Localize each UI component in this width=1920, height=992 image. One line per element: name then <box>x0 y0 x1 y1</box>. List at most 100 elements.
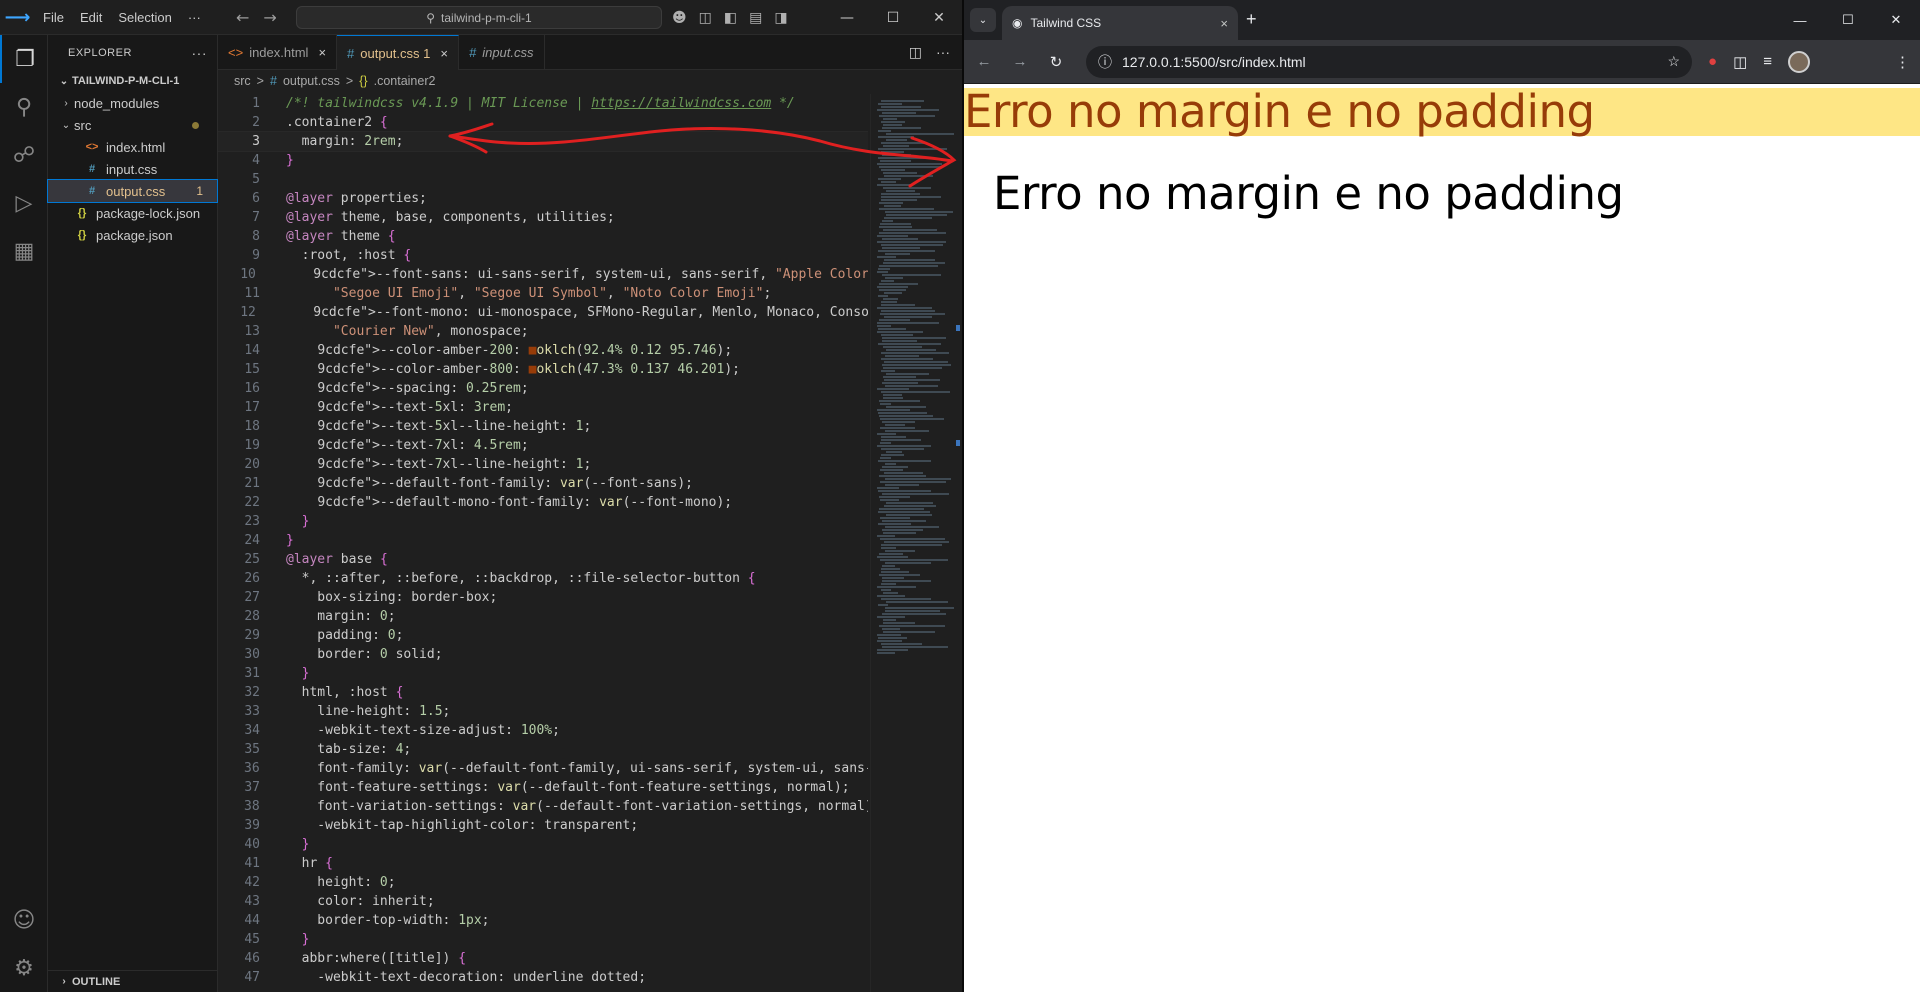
copilot-icon[interactable]: ☻ <box>672 10 687 26</box>
manage-gear-icon[interactable]: ⚙ <box>0 944 48 992</box>
code-line[interactable]: 13 "Courier New", monospace; <box>218 322 868 341</box>
tree-item[interactable]: {} package.json <box>48 224 217 246</box>
code-line[interactable]: 25 @layer base { <box>218 550 868 569</box>
code-line[interactable]: 45 } <box>218 930 868 949</box>
code-line[interactable]: 3 margin: 2rem; <box>218 131 868 152</box>
code-line[interactable]: 37 font-feature-settings: var(--default-… <box>218 778 868 797</box>
split-editor-icon[interactable]: ◫ <box>909 44 922 61</box>
explorer-more-icon[interactable]: ··· <box>192 45 208 61</box>
code-line[interactable]: 33 line-height: 1.5; <box>218 702 868 721</box>
code-line[interactable]: 41 hr { <box>218 854 868 873</box>
code-line[interactable]: 20 9cdcfe">--text-7xl--line-height: 1; <box>218 455 868 474</box>
outline-section[interactable]: › OUTLINE <box>48 970 218 992</box>
tree-item[interactable]: <> index.html <box>48 136 217 158</box>
tree-item[interactable]: ⌄ src <box>48 114 217 136</box>
code-line[interactable]: 21 9cdcfe">--default-font-family: var(--… <box>218 474 868 493</box>
explorer-icon[interactable]: ❐ <box>0 35 48 83</box>
tree-item[interactable]: {} package-lock.json <box>48 202 217 224</box>
code-line[interactable]: 16 9cdcfe">--spacing: 0.25rem; <box>218 379 868 398</box>
code-line[interactable]: 8 @layer theme { <box>218 227 868 246</box>
code-line[interactable]: 40 } <box>218 835 868 854</box>
address-bar[interactable]: ⓘ 127.0.0.1:5500/src/index.html ☆ <box>1086 45 1692 78</box>
back-arrow-icon[interactable]: ← <box>236 8 249 27</box>
code-line[interactable]: 7 @layer theme, base, components, utiliti… <box>218 208 868 227</box>
breadcrumb-symbol[interactable]: .container2 <box>374 74 436 88</box>
code-line[interactable]: 47 -webkit-text-decoration: underline do… <box>218 968 868 987</box>
breadcrumb-folder[interactable]: src <box>234 74 251 88</box>
chrome-tab[interactable]: ◉ Tailwind CSS × <box>1002 6 1238 40</box>
menu-file[interactable]: File <box>35 0 72 35</box>
toggle-sidebar-icon[interactable]: ◧ <box>724 10 737 26</box>
maximize-icon[interactable]: ☐ <box>1824 0 1872 40</box>
tree-item[interactable]: # output.css 1 <box>47 179 218 203</box>
close-icon[interactable]: ✕ <box>916 0 962 35</box>
code-line[interactable]: 38 font-variation-settings: var(--defaul… <box>218 797 868 816</box>
tab-close-icon[interactable]: × <box>1220 16 1228 31</box>
code-line[interactable]: 31 } <box>218 664 868 683</box>
code-line[interactable]: 32 html, :host { <box>218 683 868 702</box>
code-line[interactable]: 19 9cdcfe">--text-7xl: 4.5rem; <box>218 436 868 455</box>
menu-edit[interactable]: Edit <box>72 0 110 35</box>
profile-avatar[interactable] <box>1788 50 1811 73</box>
code-editor[interactable]: 1 /*! tailwindcss v4.1.9 | MIT License | … <box>218 94 868 992</box>
tab-search-icon[interactable]: ⌄ <box>970 8 996 32</box>
tree-item[interactable]: › node_modules <box>48 92 217 114</box>
code-line[interactable]: 29 padding: 0; <box>218 626 868 645</box>
toggle-panel-icon[interactable]: ▤ <box>749 10 762 26</box>
code-line[interactable]: 1 /*! tailwindcss v4.1.9 | MIT License | … <box>218 94 868 113</box>
toggle-secondary-sidebar-icon[interactable]: ◨ <box>774 10 787 26</box>
code-line[interactable]: 15 9cdcfe">--color-amber-800: ■oklch(47.… <box>218 360 868 379</box>
account-icon[interactable]: ☺ <box>0 896 48 944</box>
code-line[interactable]: 27 box-sizing: border-box; <box>218 588 868 607</box>
source-control-icon[interactable]: ☍ <box>0 131 48 179</box>
code-line[interactable]: 5 <box>218 170 868 189</box>
back-arrow-icon[interactable]: ← <box>974 53 994 70</box>
chrome-menu-icon[interactable]: ⋮ <box>1895 53 1910 71</box>
code-line[interactable]: 26 *, ::after, ::before, ::backdrop, ::f… <box>218 569 868 588</box>
tab-close-icon[interactable]: × <box>440 46 448 61</box>
code-line[interactable]: 10 9cdcfe">--font-sans: ui-sans-serif, s… <box>218 265 868 284</box>
code-line[interactable]: 46 abbr:where([title]) { <box>218 949 868 968</box>
code-line[interactable]: 11 "Segoe UI Emoji", "Segoe UI Symbol", … <box>218 284 868 303</box>
extensions-puzzle-icon[interactable]: ◫ <box>1733 53 1747 71</box>
code-line[interactable]: 14 9cdcfe">--color-amber-200: ■oklch(92.… <box>218 341 868 360</box>
minimize-icon[interactable]: — <box>1776 0 1824 40</box>
code-line[interactable]: 22 9cdcfe">--default-mono-font-family: v… <box>218 493 868 512</box>
minimap[interactable] <box>870 94 962 992</box>
new-tab-button[interactable]: + <box>1246 9 1257 30</box>
code-line[interactable]: 43 color: inherit; <box>218 892 868 911</box>
code-line[interactable]: 44 border-top-width: 1px; <box>218 911 868 930</box>
code-line[interactable]: 23 } <box>218 512 868 531</box>
tab-close-icon[interactable]: × <box>318 45 326 60</box>
code-line[interactable]: 4} <box>218 151 868 170</box>
code-line[interactable]: 35 tab-size: 4; <box>218 740 868 759</box>
forward-arrow-icon[interactable]: → <box>263 8 276 27</box>
code-line[interactable]: 42 height: 0; <box>218 873 868 892</box>
tab-index-html[interactable]: <> index.html × <box>218 35 338 70</box>
close-icon[interactable]: ✕ <box>1872 0 1920 40</box>
reading-list-icon[interactable]: ≡ <box>1763 53 1772 70</box>
layout-customize-icon[interactable]: ◫ <box>699 10 712 26</box>
extension-tomato-icon[interactable]: ● <box>1708 53 1717 70</box>
code-line[interactable]: 6 @layer properties; <box>218 189 868 208</box>
tab-output-css[interactable]: # output.css 1 × <box>337 35 459 70</box>
tab-input-css[interactable]: # input.css <box>459 35 545 70</box>
code-line[interactable]: 30 border: 0 solid; <box>218 645 868 664</box>
code-line[interactable]: 17 9cdcfe">--text-5xl: 3rem; <box>218 398 868 417</box>
code-line[interactable]: 24} <box>218 531 868 550</box>
reload-icon[interactable]: ↻ <box>1046 53 1066 71</box>
breadcrumb-file[interactable]: output.css <box>283 74 340 88</box>
command-center[interactable]: ⚲ tailwind-p-m-cli-1 <box>296 6 662 29</box>
extensions-icon[interactable]: ▦ <box>0 227 48 275</box>
site-info-icon[interactable]: ⓘ <box>1098 52 1112 72</box>
code-line[interactable]: 28 margin: 0; <box>218 607 868 626</box>
code-line[interactable]: 39 -webkit-tap-highlight-color: transpar… <box>218 816 868 835</box>
project-folder[interactable]: ⌄ TAILWIND-P-M-CLI-1 <box>48 70 217 92</box>
search-view-icon[interactable]: ⚲ <box>0 83 48 131</box>
code-line[interactable]: 2 .container2 { <box>218 113 868 132</box>
code-line[interactable]: 18 9cdcfe">--text-5xl--line-height: 1; <box>218 417 868 436</box>
menu-selection[interactable]: Selection <box>110 0 179 35</box>
menu-more[interactable]: ··· <box>180 0 209 35</box>
bookmark-star-icon[interactable]: ☆ <box>1667 53 1680 70</box>
forward-arrow-icon[interactable]: → <box>1010 53 1030 70</box>
